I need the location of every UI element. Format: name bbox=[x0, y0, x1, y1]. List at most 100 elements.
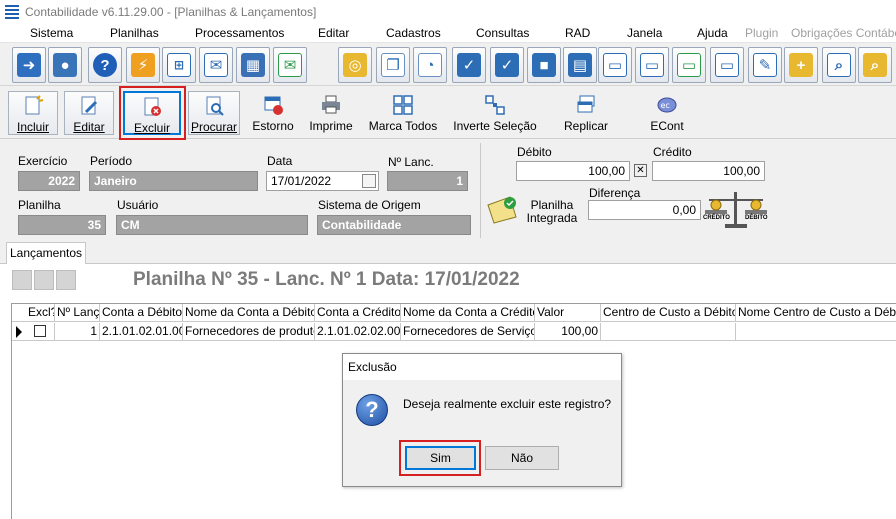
menu-planilhas[interactable]: Planilhas bbox=[110, 26, 159, 40]
coins-add-icon: + bbox=[789, 53, 813, 77]
diferenca-label: Diferença bbox=[589, 186, 641, 200]
org-chart-button[interactable]: ⊞ bbox=[162, 47, 196, 83]
window-button-1[interactable]: ▭ bbox=[598, 47, 632, 83]
credito-field: 100,00 bbox=[652, 161, 765, 181]
menu-cadastros[interactable]: Cadastros bbox=[386, 26, 441, 40]
mail-forward-button[interactable]: ✉ bbox=[273, 47, 307, 83]
document-copy-button[interactable]: ❐ bbox=[376, 47, 410, 83]
row-indicator-icon bbox=[16, 326, 22, 338]
menu-janela[interactable]: Janela bbox=[627, 26, 662, 40]
col-nome-conta-debito[interactable]: Nome da Conta a Débito bbox=[183, 304, 315, 322]
imprime-label: Imprime bbox=[309, 119, 353, 133]
coins-refresh-icon: ◎ bbox=[343, 53, 367, 77]
excl-checkbox[interactable] bbox=[34, 324, 46, 337]
window-icon: ▭ bbox=[677, 53, 701, 77]
window-button-2[interactable]: ▭ bbox=[635, 47, 669, 83]
marca-todos-button[interactable]: Marca Todos bbox=[366, 91, 440, 135]
balance-scale-icon: CRÉDITO DÉBITO bbox=[703, 186, 769, 234]
col-conta-credito[interactable]: Conta a Crédito bbox=[315, 304, 401, 322]
nao-button[interactable]: Não bbox=[485, 446, 559, 470]
dialog-message: Deseja realmente excluir este registro? bbox=[403, 397, 612, 411]
incluir-button[interactable]: Incluir bbox=[8, 91, 58, 135]
col-cc-debito[interactable]: Centro de Custo a Débito bbox=[601, 304, 736, 322]
grid-edit-button[interactable] bbox=[34, 270, 54, 290]
app-icon bbox=[5, 5, 19, 19]
calendar-check-button-1[interactable]: ✓ bbox=[452, 47, 486, 83]
data-field[interactable]: 17/01/2022 bbox=[266, 171, 379, 191]
users-button[interactable]: ● bbox=[48, 47, 82, 83]
imprime-button[interactable]: Imprime bbox=[306, 91, 356, 135]
grid-select-icon bbox=[392, 94, 414, 116]
cell-excl bbox=[12, 323, 55, 341]
replicar-button[interactable]: Replicar bbox=[560, 91, 612, 135]
mail-button[interactable]: ✉ bbox=[199, 47, 233, 83]
menu-editar[interactable]: Editar bbox=[318, 26, 349, 40]
calendar-edit-icon: ▤ bbox=[568, 53, 592, 77]
calculator-button[interactable]: ▦ bbox=[236, 47, 270, 83]
window-title: Contabilidade v6.11.29.00 - [Planilhas &… bbox=[25, 5, 317, 19]
window-button-3[interactable]: ▭ bbox=[672, 47, 706, 83]
window-icon: ▭ bbox=[715, 53, 739, 77]
menu-ajuda[interactable]: Ajuda bbox=[697, 26, 728, 40]
calendar-stop-button[interactable]: ■ bbox=[527, 47, 561, 83]
col-excl[interactable]: Excl? bbox=[12, 304, 55, 322]
editar-label: Editar bbox=[73, 120, 105, 134]
reverse-window-icon bbox=[262, 94, 284, 116]
coins-search-icon: ⌕ bbox=[863, 53, 887, 77]
menu-bar: Sistema Planilhas Processamentos Editar … bbox=[0, 24, 896, 43]
table-row[interactable]: 1 2.1.01.02.01.000 Fornecedores de produ… bbox=[12, 323, 896, 341]
col-valor[interactable]: Valor bbox=[535, 304, 601, 322]
econt-label: ECont bbox=[650, 119, 684, 133]
replicar-label: Replicar bbox=[563, 119, 608, 133]
planilha-integrada-icon bbox=[486, 195, 520, 225]
periodo-field: Janeiro bbox=[89, 171, 258, 191]
editar-button[interactable]: Editar bbox=[64, 91, 114, 135]
calendar-edit-button[interactable]: ▤ bbox=[563, 47, 597, 83]
menu-processamentos[interactable]: Processamentos bbox=[195, 26, 284, 40]
calendar-check-icon: ✓ bbox=[495, 53, 519, 77]
coins-refresh-button[interactable]: ◎ bbox=[338, 47, 372, 83]
help-button[interactable]: ? bbox=[88, 47, 122, 83]
col-nome-cc-debito[interactable]: Nome Centro de Custo a Débi bbox=[736, 304, 896, 322]
cell-nlanc: 1 bbox=[55, 323, 100, 341]
col-nlanc[interactable]: Nº Lanç. bbox=[55, 304, 100, 322]
inverte-selecao-button[interactable]: Inverte Seleção bbox=[452, 91, 538, 135]
planilha-field: 35 bbox=[18, 215, 106, 235]
tab-lancamentos[interactable]: Lançamentos bbox=[6, 242, 86, 265]
calendar-icon[interactable] bbox=[362, 174, 376, 188]
debito-label: Débito bbox=[517, 145, 552, 159]
menu-rad[interactable]: RAD bbox=[565, 26, 590, 40]
col-nome-conta-credito[interactable]: Nome da Conta a Crédito bbox=[401, 304, 535, 322]
exit-button[interactable]: ➜ bbox=[12, 47, 46, 83]
grid-add-button[interactable] bbox=[12, 270, 32, 290]
planilha-label: Planilha bbox=[18, 198, 61, 212]
coins-search-button[interactable]: ⌕ bbox=[858, 47, 892, 83]
estorno-button[interactable]: Estorno bbox=[248, 91, 298, 135]
menu-consultas[interactable]: Consultas bbox=[476, 26, 529, 40]
sistema-origem-field: Contabilidade bbox=[317, 215, 471, 235]
cell-nome-conta-credito: Fornecedores de Serviços bbox=[401, 323, 535, 341]
window-search-button[interactable]: ⌕ bbox=[822, 47, 856, 83]
menu-obrigacoes-contabeis: Obrigações Contábe bbox=[791, 26, 896, 40]
printer-icon bbox=[320, 94, 342, 116]
lightning-icon: ⚡ bbox=[131, 53, 155, 77]
window-edit-button[interactable]: ✎ bbox=[748, 47, 782, 83]
lightning-button[interactable]: ⚡ bbox=[126, 47, 160, 83]
grid-delete-button[interactable] bbox=[56, 270, 76, 290]
nlanc-field: 1 bbox=[387, 171, 468, 191]
exercicio-field: 2022 bbox=[18, 171, 80, 191]
search-document-icon bbox=[203, 95, 225, 117]
col-conta-debito[interactable]: Conta a Débito bbox=[100, 304, 183, 322]
calendar-check-icon: ✓ bbox=[457, 53, 481, 77]
window-button-4[interactable]: ▭ bbox=[710, 47, 744, 83]
menu-sistema[interactable]: Sistema bbox=[30, 26, 73, 40]
calendar-check-button-2[interactable]: ✓ bbox=[490, 47, 524, 83]
coins-add-button[interactable]: + bbox=[784, 47, 818, 83]
main-toolbar: ➜ ● ? ⚡ ⊞ ✉ ▦ ✉ ◎ ❐ ◔ ✓ ✓ ■ ▤ ▭ ▭ ▭ ▭ ✎ … bbox=[0, 44, 896, 86]
chart-document-icon: ◔ bbox=[418, 53, 442, 77]
planilha-integrada-label: Planilha Integrada bbox=[526, 198, 578, 225]
econt-button[interactable]: ec ECont bbox=[642, 91, 692, 135]
procurar-button[interactable]: Procurar bbox=[188, 91, 240, 135]
chart-document-button[interactable]: ◔ bbox=[413, 47, 447, 83]
window-icon: ▭ bbox=[603, 53, 627, 77]
